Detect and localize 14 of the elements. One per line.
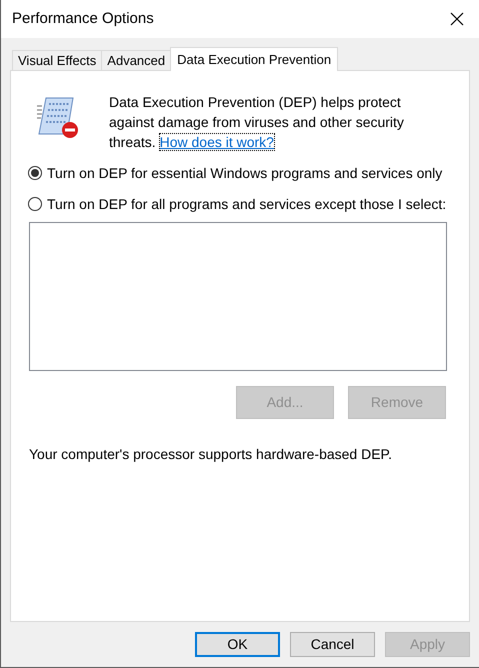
radio-button[interactable]	[28, 197, 42, 211]
processor-note: Your computer's processor supports hardware-based DEP.	[29, 445, 393, 464]
help-link[interactable]: How does it work?	[160, 134, 274, 150]
radio-button[interactable]	[28, 166, 42, 180]
dialog-button[interactable]: OK	[195, 632, 280, 657]
dialog-button[interactable]: Cancel	[290, 632, 375, 657]
option-label[interactable]: Turn on DEP for essential Windows programs and services only	[47, 163, 442, 183]
option-label[interactable]: Turn on DEP for all programs and services except those I select:	[47, 194, 446, 214]
close-icon[interactable]	[450, 12, 464, 26]
dep-description: Data Execution Prevention (DEP) helps protect against damage from viruses and other security threats. How does it work?	[109, 93, 405, 152]
document-blocked-icon	[36, 96, 80, 140]
tab[interactable]: Data Execution Prevention	[170, 47, 338, 71]
window-title: Performance Options	[12, 8, 154, 29]
tab[interactable]: Visual Effects	[12, 50, 102, 70]
